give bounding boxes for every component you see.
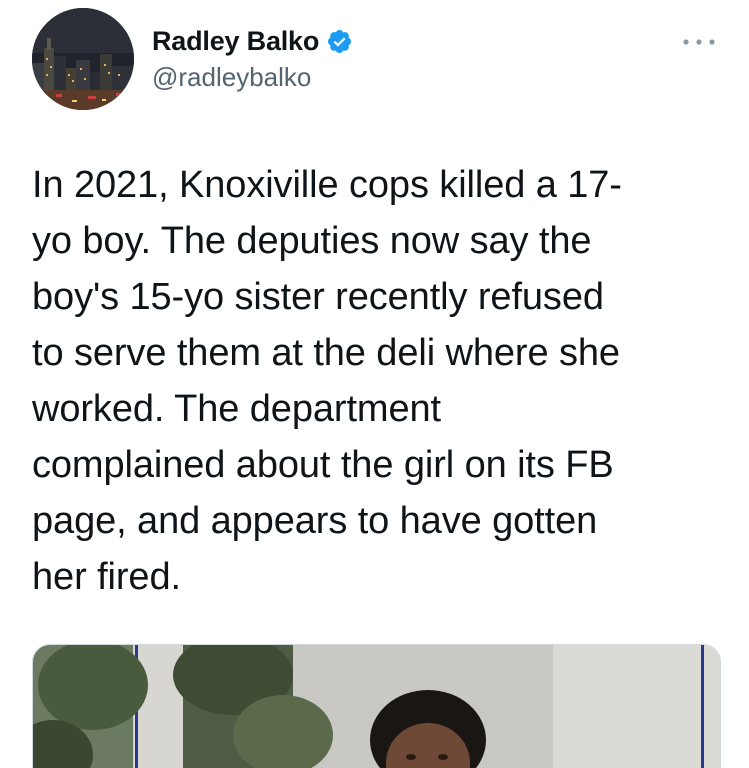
author-display-name[interactable]: Radley Balko <box>152 26 319 57</box>
author-handle[interactable]: @radleybalko <box>152 62 353 93</box>
more-options-icon[interactable] <box>680 34 718 50</box>
author-info[interactable]: Radley Balko @radleybalko <box>152 22 353 93</box>
city-skyline-avatar-icon <box>32 8 134 110</box>
author-avatar[interactable] <box>32 8 134 110</box>
author-name-row[interactable]: Radley Balko <box>152 22 353 60</box>
tweet-text: In 2021, Knoxiville cops killed a 17- yo… <box>32 164 622 598</box>
media-photo-icon <box>33 645 720 768</box>
tweet-media[interactable] <box>32 644 721 768</box>
verified-badge-icon <box>328 29 352 53</box>
